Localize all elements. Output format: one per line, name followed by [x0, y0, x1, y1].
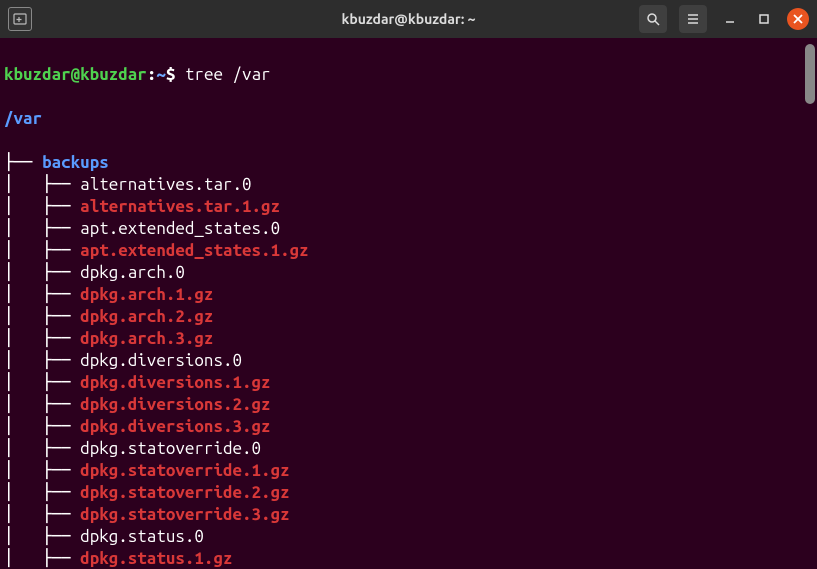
tree-line: │ ├── dpkg.statoverride.3.gz: [4, 504, 811, 526]
tree-file-compressed: dpkg.statoverride.3.gz: [80, 505, 289, 524]
tree-file-compressed: dpkg.statoverride.2.gz: [80, 483, 289, 502]
tree-prefix: │ ├──: [4, 263, 80, 282]
tree-line: │ ├── dpkg.status.1.gz: [4, 548, 811, 569]
tree-line: │ ├── dpkg.diversions.1.gz: [4, 372, 811, 394]
window-title: kbuzdar@kbuzdar: ~: [341, 11, 475, 27]
tree-line: │ ├── alternatives.tar.1.gz: [4, 196, 811, 218]
tree-prefix: │ ├──: [4, 307, 80, 326]
tree-line: │ ├── alternatives.tar.0: [4, 174, 811, 196]
tree-prefix: │ ├──: [4, 417, 80, 436]
tree-output: ├── backups│ ├── alternatives.tar.0│ ├──…: [4, 152, 811, 569]
tree-file: dpkg.arch.0: [80, 263, 185, 282]
tree-prefix: │ ├──: [4, 483, 80, 502]
prompt-colon: :: [147, 65, 157, 84]
new-tab-button[interactable]: [8, 7, 32, 31]
titlebar-right: [639, 5, 809, 33]
close-button[interactable]: [787, 8, 809, 30]
tree-prefix: │ ├──: [4, 395, 80, 414]
tree-file-compressed: dpkg.arch.3.gz: [80, 329, 213, 348]
tree-line: │ ├── dpkg.arch.1.gz: [4, 284, 811, 306]
tree-file-compressed: apt.extended_states.1.gz: [80, 241, 308, 260]
tree-line: │ ├── dpkg.status.0: [4, 526, 811, 548]
tree-prefix: │ ├──: [4, 219, 80, 238]
tree-line: │ ├── dpkg.diversions.0: [4, 350, 811, 372]
prompt-path: ~: [156, 65, 166, 84]
tree-prefix: │ ├──: [4, 175, 80, 194]
tree-file-compressed: dpkg.arch.1.gz: [80, 285, 213, 304]
tree-line: │ ├── apt.extended_states.1.gz: [4, 240, 811, 262]
tree-prefix: │ ├──: [4, 527, 80, 546]
tree-file: apt.extended_states.0: [80, 219, 280, 238]
search-button[interactable]: [639, 5, 667, 33]
tree-dir: backups: [42, 153, 109, 172]
maximize-button[interactable]: [753, 8, 775, 30]
titlebar: kbuzdar@kbuzdar: ~: [0, 0, 817, 38]
prompt-line: kbuzdar@kbuzdar:~$ tree /var: [4, 64, 811, 86]
tree-file: dpkg.diversions.0: [80, 351, 242, 370]
tree-file-compressed: dpkg.diversions.3.gz: [80, 417, 270, 436]
tree-prefix: │ ├──: [4, 439, 80, 458]
tree-line: ├── backups: [4, 152, 811, 174]
tree-root: /var: [4, 108, 811, 130]
tree-prefix: │ ├──: [4, 505, 80, 524]
tree-line: │ ├── dpkg.arch.0: [4, 262, 811, 284]
tree-file-compressed: dpkg.status.1.gz: [80, 549, 232, 568]
tree-prefix: │ ├──: [4, 329, 80, 348]
tree-prefix: │ ├──: [4, 549, 80, 568]
tree-line: │ ├── dpkg.diversions.3.gz: [4, 416, 811, 438]
tree-prefix: │ ├──: [4, 351, 80, 370]
tree-file: dpkg.status.0: [80, 527, 204, 546]
tree-line: │ ├── dpkg.statoverride.0: [4, 438, 811, 460]
tree-file-compressed: dpkg.diversions.1.gz: [80, 373, 270, 392]
prompt-command: tree /var: [175, 65, 270, 84]
tree-file: dpkg.statoverride.0: [80, 439, 261, 458]
tree-line: │ ├── dpkg.arch.2.gz: [4, 306, 811, 328]
tree-file-compressed: dpkg.arch.2.gz: [80, 307, 213, 326]
tree-file-compressed: dpkg.statoverride.1.gz: [80, 461, 289, 480]
prompt-user-host: kbuzdar@kbuzdar: [4, 65, 147, 84]
tree-file: alternatives.tar.0: [80, 175, 251, 194]
tree-file-compressed: alternatives.tar.1.gz: [80, 197, 280, 216]
menu-button[interactable]: [679, 5, 707, 33]
titlebar-left: [8, 7, 32, 31]
tree-line: │ ├── dpkg.statoverride.2.gz: [4, 482, 811, 504]
tree-prefix: │ ├──: [4, 461, 80, 480]
tree-line: │ ├── apt.extended_states.0: [4, 218, 811, 240]
tree-prefix: │ ├──: [4, 285, 80, 304]
tree-prefix: │ ├──: [4, 241, 80, 260]
prompt-symbol: $: [166, 65, 176, 84]
tree-prefix: │ ├──: [4, 197, 80, 216]
tree-line: │ ├── dpkg.arch.3.gz: [4, 328, 811, 350]
tree-line: │ ├── dpkg.statoverride.1.gz: [4, 460, 811, 482]
tree-file-compressed: dpkg.diversions.2.gz: [80, 395, 270, 414]
scrollbar-thumb[interactable]: [805, 44, 815, 104]
tree-prefix: │ ├──: [4, 373, 80, 392]
tree-line: │ ├── dpkg.diversions.2.gz: [4, 394, 811, 416]
minimize-button[interactable]: [719, 8, 741, 30]
terminal-content[interactable]: kbuzdar@kbuzdar:~$ tree /var /var ├── ba…: [0, 38, 817, 569]
tree-prefix: ├──: [4, 153, 42, 172]
